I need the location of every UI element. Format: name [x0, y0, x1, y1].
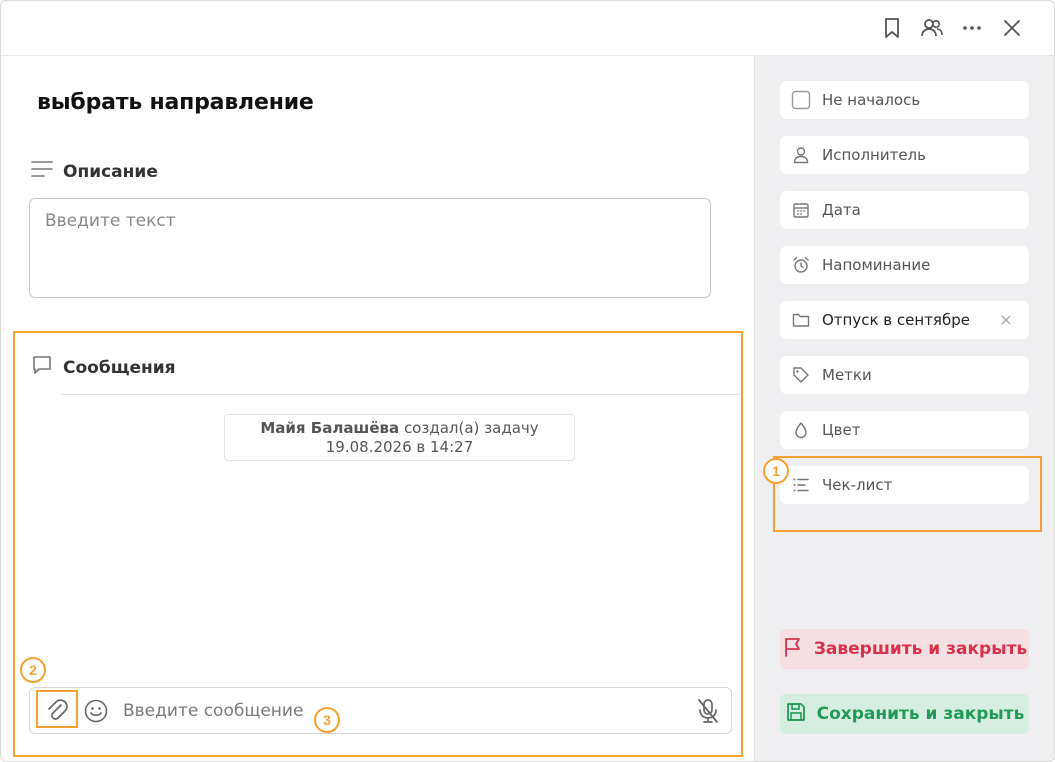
reminder-field[interactable]: Напоминание: [780, 246, 1029, 284]
event-action: создал(а) задачу: [403, 419, 539, 437]
save-and-close-button[interactable]: Сохранить и закрыть: [780, 694, 1029, 734]
assignee-label: Исполнитель: [822, 146, 926, 164]
event-author: Майя Балашёва: [260, 419, 400, 437]
alarm-clock-icon: [791, 255, 811, 275]
window-header: [1, 1, 1054, 56]
lines-icon: [31, 159, 53, 184]
messages-heading: Сообщения: [31, 354, 176, 381]
remove-project-icon[interactable]: [997, 311, 1015, 329]
color-field[interactable]: Цвет: [780, 411, 1029, 449]
close-icon[interactable]: [999, 15, 1025, 41]
description-placeholder: Введите текст: [45, 211, 176, 231]
finish-label: Завершить и закрыть: [813, 639, 1028, 659]
people-icon[interactable]: [919, 15, 945, 41]
tags-field[interactable]: Метки: [780, 356, 1029, 394]
color-label: Цвет: [822, 421, 861, 439]
save-label: Сохранить и закрыть: [816, 704, 1025, 724]
floppy-disk-icon: [785, 701, 807, 728]
status-label: Не началось: [822, 91, 921, 109]
more-icon[interactable]: [959, 15, 985, 41]
task-window: выбрать направление Описание Введите тек…: [0, 0, 1055, 762]
checklist-label: Чек-лист: [822, 476, 893, 494]
project-label: Отпуск в сентябре: [822, 311, 970, 329]
reminder-label: Напоминание: [822, 256, 931, 274]
project-field[interactable]: Отпуск в сентябре: [780, 301, 1029, 339]
description-input[interactable]: Введите текст: [29, 198, 711, 298]
paperclip-icon[interactable]: [44, 698, 70, 729]
drop-icon: [791, 420, 811, 440]
annotation-badge-1: 1: [763, 458, 789, 484]
emoji-icon[interactable]: [83, 698, 109, 729]
checkbox-icon[interactable]: [791, 90, 811, 110]
task-title[interactable]: выбрать направление: [37, 90, 314, 115]
status-field[interactable]: Не началось: [780, 81, 1029, 119]
date-label: Дата: [822, 201, 861, 219]
messages-divider: [61, 394, 739, 395]
description-heading: Описание: [31, 159, 158, 184]
bookmark-icon[interactable]: [879, 15, 905, 41]
assignee-field[interactable]: Исполнитель: [780, 136, 1029, 174]
checklist-icon: [791, 475, 811, 495]
calendar-icon: [791, 200, 811, 220]
date-field[interactable]: Дата: [780, 191, 1029, 229]
folder-icon: [791, 310, 811, 330]
annotation-badge-2: 2: [20, 657, 46, 683]
person-icon: [791, 145, 811, 165]
messages-heading-label: Сообщения: [63, 357, 176, 378]
checklist-field[interactable]: Чек-лист: [780, 466, 1029, 504]
microphone-off-icon[interactable]: [695, 697, 721, 730]
event-timestamp: 19.08.2026 в 14:27: [325, 438, 474, 456]
tags-label: Метки: [822, 366, 872, 384]
task-main-panel: выбрать направление Описание Введите тек…: [1, 56, 754, 761]
tag-icon: [791, 365, 811, 385]
task-created-event: Майя Балашёва создал(а) задачу 19.08.202…: [224, 414, 575, 461]
message-input[interactable]: Введите сообщение: [123, 701, 303, 721]
annotation-badge-3: 3: [314, 707, 340, 733]
flag-icon: [782, 636, 804, 663]
finish-and-close-button[interactable]: Завершить и закрыть: [780, 629, 1029, 669]
message-composer: Введите сообщение: [29, 687, 732, 734]
chat-bubble-icon: [31, 354, 53, 381]
task-sidebar: Не началось Исполнитель Дата Напоминание…: [754, 56, 1054, 761]
description-heading-label: Описание: [63, 161, 158, 182]
